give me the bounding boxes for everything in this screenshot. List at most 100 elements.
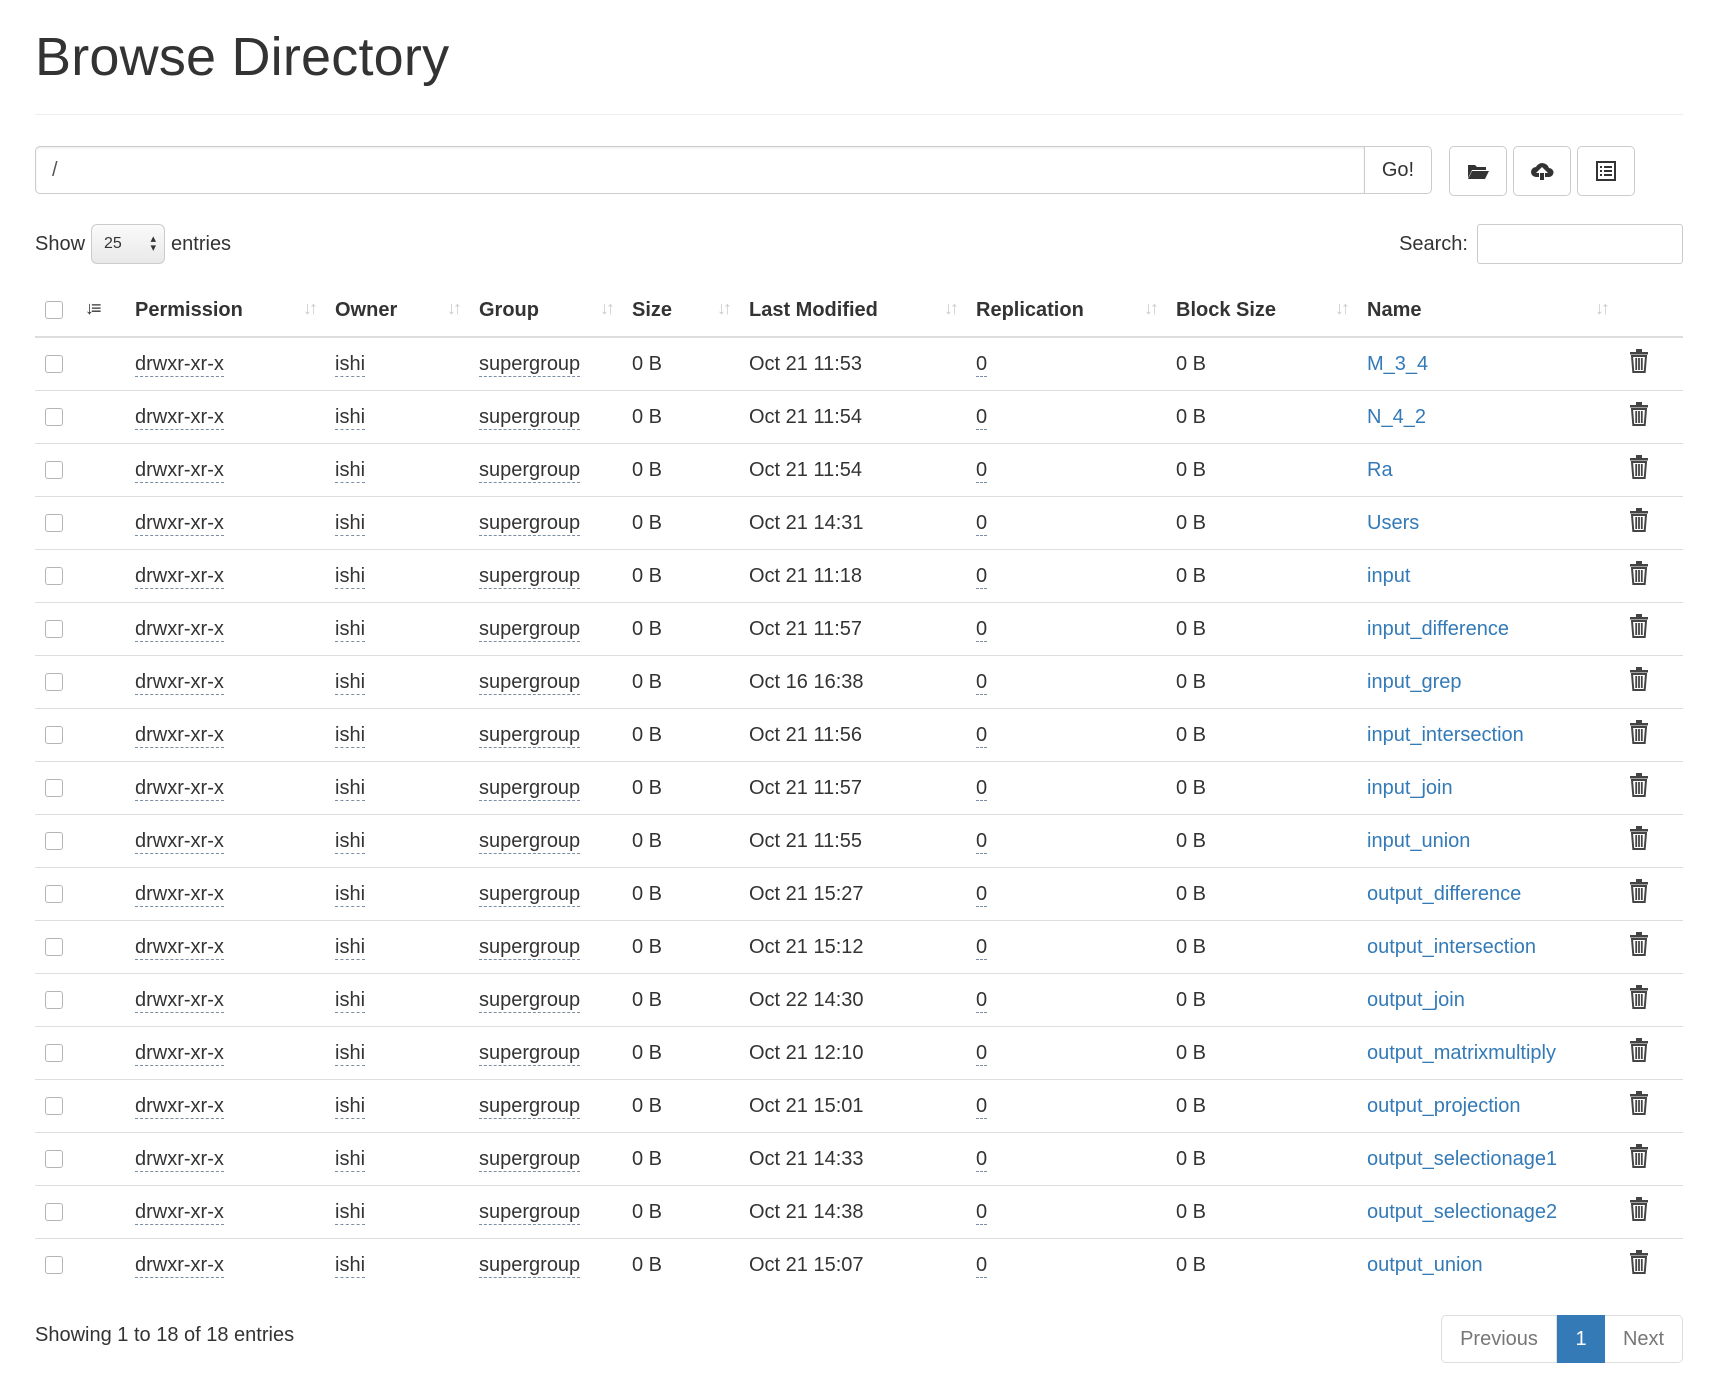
- column-owner[interactable]: Owner ↓↑: [335, 284, 479, 338]
- column-size[interactable]: Size ↓↑: [632, 284, 749, 338]
- column-last-modified[interactable]: Last Modified ↓↑: [749, 284, 976, 338]
- entries-per-page-select[interactable]: 25 ▴ ▾: [91, 224, 166, 264]
- group-value[interactable]: supergroup: [479, 935, 581, 960]
- group-value[interactable]: supergroup: [479, 352, 581, 377]
- permission-value[interactable]: drwxr-xr-x: [135, 776, 224, 801]
- trash-icon[interactable]: [1627, 772, 1651, 798]
- group-value[interactable]: supergroup: [479, 1094, 581, 1119]
- directory-name-link[interactable]: output_matrixmultiply: [1367, 1042, 1556, 1064]
- directory-name-link[interactable]: output_projection: [1367, 1095, 1520, 1117]
- replication-value[interactable]: 0: [976, 723, 988, 748]
- row-checkbox[interactable]: [45, 514, 63, 533]
- row-checkbox[interactable]: [45, 1044, 63, 1063]
- owner-value[interactable]: ishi: [335, 1200, 366, 1225]
- replication-value[interactable]: 0: [976, 352, 988, 377]
- owner-value[interactable]: ishi: [335, 1253, 366, 1278]
- select-all-checkbox[interactable]: [45, 301, 63, 320]
- trash-icon[interactable]: [1627, 1196, 1651, 1222]
- directory-name-link[interactable]: output_selectionage1: [1367, 1148, 1557, 1170]
- replication-value[interactable]: 0: [976, 1147, 988, 1172]
- owner-value[interactable]: ishi: [335, 617, 366, 642]
- directory-name-link[interactable]: input_intersection: [1367, 724, 1524, 746]
- replication-value[interactable]: 0: [976, 564, 988, 589]
- permission-value[interactable]: drwxr-xr-x: [135, 617, 224, 642]
- replication-value[interactable]: 0: [976, 882, 988, 907]
- row-checkbox[interactable]: [45, 1097, 63, 1116]
- owner-value[interactable]: ishi: [335, 405, 366, 430]
- row-checkbox[interactable]: [45, 1203, 63, 1222]
- trash-icon[interactable]: [1627, 825, 1651, 851]
- permission-value[interactable]: drwxr-xr-x: [135, 723, 224, 748]
- column-replication[interactable]: Replication ↓↑: [976, 284, 1176, 338]
- column-group[interactable]: Group ↓↑: [479, 284, 632, 338]
- group-value[interactable]: supergroup: [479, 617, 581, 642]
- replication-value[interactable]: 0: [976, 1200, 988, 1225]
- directory-name-link[interactable]: input_difference: [1367, 618, 1509, 640]
- group-value[interactable]: supergroup: [479, 1041, 581, 1066]
- directory-name-link[interactable]: output_difference: [1367, 883, 1521, 905]
- row-checkbox[interactable]: [45, 991, 63, 1010]
- group-value[interactable]: supergroup: [479, 1253, 581, 1278]
- directory-name-link[interactable]: input_join: [1367, 777, 1453, 799]
- owner-value[interactable]: ishi: [335, 352, 366, 377]
- row-checkbox[interactable]: [45, 620, 63, 639]
- group-value[interactable]: supergroup: [479, 829, 581, 854]
- row-checkbox[interactable]: [45, 461, 63, 480]
- replication-value[interactable]: 0: [976, 617, 988, 642]
- replication-value[interactable]: 0: [976, 405, 988, 430]
- group-value[interactable]: supergroup: [479, 776, 581, 801]
- row-checkbox[interactable]: [45, 779, 63, 798]
- group-value[interactable]: supergroup: [479, 723, 581, 748]
- permission-value[interactable]: drwxr-xr-x: [135, 1147, 224, 1172]
- trash-icon[interactable]: [1627, 1249, 1651, 1275]
- row-checkbox[interactable]: [45, 355, 63, 374]
- row-checkbox[interactable]: [45, 408, 63, 427]
- owner-value[interactable]: ishi: [335, 1147, 366, 1172]
- permission-value[interactable]: drwxr-xr-x: [135, 670, 224, 695]
- group-value[interactable]: supergroup: [479, 988, 581, 1013]
- permission-value[interactable]: drwxr-xr-x: [135, 405, 224, 430]
- directory-name-link[interactable]: input_grep: [1367, 671, 1462, 693]
- owner-value[interactable]: ishi: [335, 511, 366, 536]
- permission-value[interactable]: drwxr-xr-x: [135, 511, 224, 536]
- create-directory-button[interactable]: [1449, 146, 1507, 196]
- replication-value[interactable]: 0: [976, 935, 988, 960]
- replication-value[interactable]: 0: [976, 1253, 988, 1278]
- group-value[interactable]: supergroup: [479, 405, 581, 430]
- row-checkbox[interactable]: [45, 885, 63, 904]
- row-checkbox[interactable]: [45, 673, 63, 692]
- replication-value[interactable]: 0: [976, 776, 988, 801]
- group-value[interactable]: supergroup: [479, 511, 581, 536]
- trash-icon[interactable]: [1627, 613, 1651, 639]
- directory-name-link[interactable]: output_intersection: [1367, 936, 1536, 958]
- trash-icon[interactable]: [1627, 507, 1651, 533]
- sort-column-header[interactable]: ↓≡: [85, 284, 135, 338]
- directory-name-link[interactable]: Users: [1367, 512, 1419, 534]
- replication-value[interactable]: 0: [976, 1094, 988, 1119]
- search-input[interactable]: [1477, 224, 1683, 264]
- owner-value[interactable]: ishi: [335, 935, 366, 960]
- page-1-button[interactable]: 1: [1557, 1315, 1605, 1363]
- permission-value[interactable]: drwxr-xr-x: [135, 882, 224, 907]
- permission-value[interactable]: drwxr-xr-x: [135, 829, 224, 854]
- directory-name-link[interactable]: M_3_4: [1367, 353, 1428, 375]
- trash-icon[interactable]: [1627, 666, 1651, 692]
- owner-value[interactable]: ishi: [335, 458, 366, 483]
- permission-value[interactable]: drwxr-xr-x: [135, 564, 224, 589]
- directory-name-link[interactable]: output_selectionage2: [1367, 1201, 1557, 1223]
- column-block-size[interactable]: Block Size ↓↑: [1176, 284, 1367, 338]
- trash-icon[interactable]: [1627, 719, 1651, 745]
- permission-value[interactable]: drwxr-xr-x: [135, 458, 224, 483]
- owner-value[interactable]: ishi: [335, 988, 366, 1013]
- owner-value[interactable]: ishi: [335, 829, 366, 854]
- owner-value[interactable]: ishi: [335, 564, 366, 589]
- go-button[interactable]: Go!: [1364, 146, 1432, 194]
- directory-name-link[interactable]: input: [1367, 565, 1410, 587]
- directory-name-link[interactable]: output_join: [1367, 989, 1465, 1011]
- directory-name-link[interactable]: input_union: [1367, 830, 1470, 852]
- column-name[interactable]: Name ↓↑: [1367, 284, 1627, 338]
- trash-icon[interactable]: [1627, 1143, 1651, 1169]
- group-value[interactable]: supergroup: [479, 1147, 581, 1172]
- replication-value[interactable]: 0: [976, 670, 988, 695]
- group-value[interactable]: supergroup: [479, 458, 581, 483]
